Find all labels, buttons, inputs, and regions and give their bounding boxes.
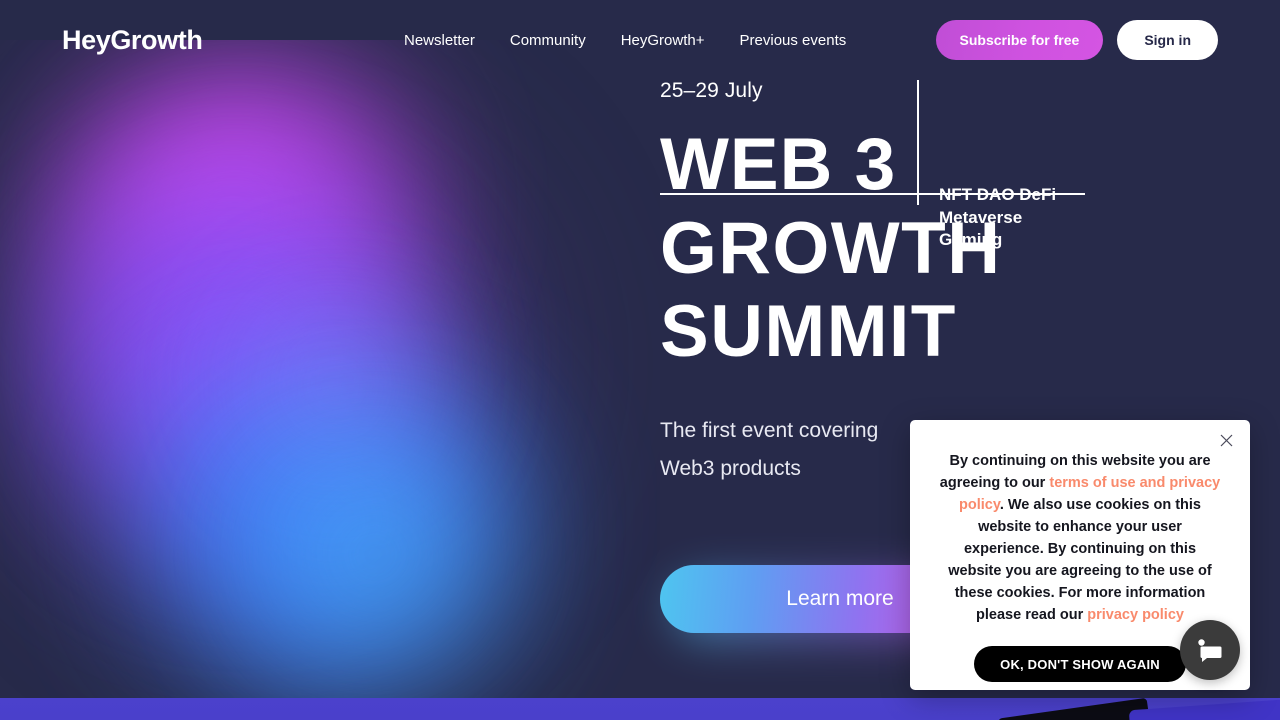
hero-title-row: WEB 3 NFT DAO DeFi Metaverse Gaming	[660, 124, 1220, 249]
gradient-blob-decoration	[0, 40, 660, 700]
band-accent-shape	[1128, 698, 1280, 720]
signin-button[interactable]: Sign in	[1117, 20, 1218, 60]
privacy-policy-link[interactable]: privacy policy	[1087, 607, 1184, 623]
site-header: HeyGrowth Newsletter Community HeyGrowth…	[0, 0, 1280, 80]
hero-topic-tags: NFT DAO DeFi Metaverse Gaming	[939, 184, 1056, 252]
hero-tag-line-3: Gaming	[939, 230, 1003, 250]
nav-item-previous-events[interactable]: Previous events	[740, 32, 847, 49]
hero-date: 25–29 July	[660, 79, 763, 102]
blob-purple	[20, 180, 450, 580]
blob-cyan	[210, 440, 540, 690]
cookie-text: By continuing on this website you are ag…	[938, 450, 1222, 626]
landing-page: HeyGrowth Newsletter Community HeyGrowth…	[0, 0, 1280, 720]
subscribe-button[interactable]: Subscribe for free	[935, 20, 1104, 60]
nav-item-newsletter[interactable]: Newsletter	[404, 32, 475, 49]
nav-item-community[interactable]: Community	[510, 32, 586, 49]
header-actions: Subscribe for free Sign in	[935, 20, 1218, 60]
hero-title-line1: WEB 3	[660, 124, 897, 205]
main-nav: Newsletter Community HeyGrowth+ Previous…	[404, 32, 846, 49]
hero-title-line3: SUMMIT	[660, 290, 957, 372]
cookie-text-part2: . We also use cookies on this website to…	[948, 497, 1212, 624]
nav-item-heygrowth-plus[interactable]: HeyGrowth+	[621, 32, 705, 49]
close-icon[interactable]	[1212, 426, 1240, 454]
bottom-purple-band	[0, 698, 1280, 720]
chat-bubble-icon[interactable]	[1180, 620, 1240, 680]
hero-tag-line-1: NFT DAO DeFi	[939, 185, 1057, 204]
hero-tag-line-2: Metaverse	[939, 207, 1023, 227]
blob-inner-swirl	[210, 270, 460, 500]
blob-blue	[110, 360, 550, 700]
brand-logo[interactable]: HeyGrowth	[62, 25, 203, 56]
blob-halo	[0, 50, 600, 690]
cookie-accept-button[interactable]: OK, DON'T SHOW AGAIN	[974, 646, 1186, 683]
blob-magenta	[50, 60, 450, 390]
